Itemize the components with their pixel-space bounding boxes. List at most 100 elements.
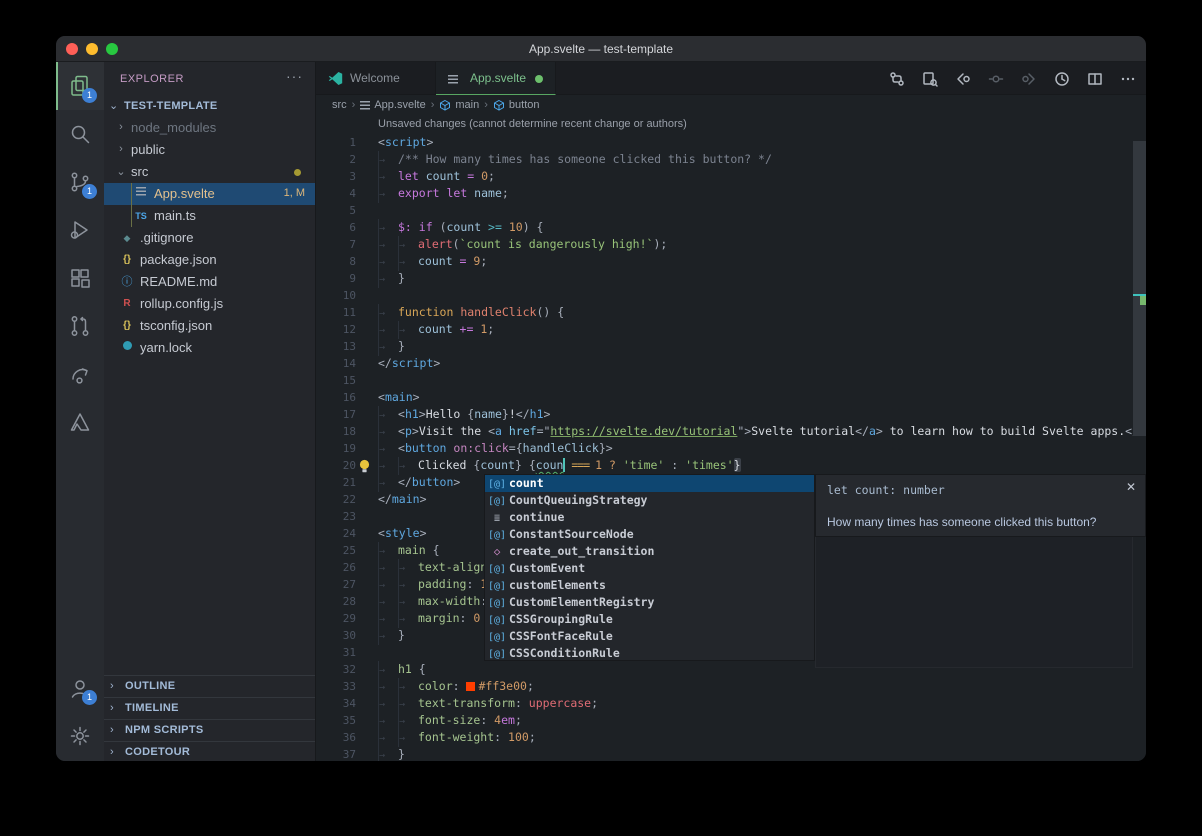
line-number[interactable]: 33 [316,678,356,695]
code-line-14[interactable]: 14</script> [316,355,1133,372]
code-line-4[interactable]: 4export let name; [316,185,1133,202]
activity-item-settings[interactable] [56,712,104,760]
code-line-36[interactable]: 36font-weight: 100; [316,729,1133,746]
run-file-icon[interactable] [1054,71,1070,87]
tree-file--gitignore[interactable]: ◆.gitignore [104,227,315,249]
line-number[interactable]: 29 [316,610,356,627]
code-line-17[interactable]: 17<h1>Hello {name}!</h1> [316,406,1133,423]
line-number[interactable]: 20 [316,457,356,474]
code-line-5[interactable]: 5 [316,202,1133,219]
code-line-6[interactable]: 6$: if (count >= 10) { [316,219,1133,236]
activity-item-run-debug[interactable] [56,206,104,254]
glyph-margin[interactable] [356,423,378,440]
tree-folder-public[interactable]: ›public [104,139,315,161]
line-number[interactable]: 25 [316,542,356,559]
line-number[interactable]: 19 [316,440,356,457]
tab-welcome[interactable]: Welcome [316,62,436,95]
code-line-33[interactable]: 33color: #ff3e00; [316,678,1133,695]
tree-file-package-json[interactable]: {}package.json [104,249,315,271]
code-line-7[interactable]: 7alert(`count is dangerously high!`); [316,236,1133,253]
minimize-window-button[interactable] [86,43,98,55]
code-line-10[interactable]: 10 [316,287,1133,304]
tab-app-svelte[interactable]: App.svelte [436,62,556,95]
tree-folder-src[interactable]: ⌄src [104,161,315,183]
code-line-11[interactable]: 11function handleClick() { [316,304,1133,321]
glyph-margin[interactable] [356,491,378,508]
glyph-margin[interactable] [356,287,378,304]
close-window-button[interactable] [66,43,78,55]
code-line-35[interactable]: 35font-size: 4em; [316,712,1133,729]
sidebar-section-npm-scripts[interactable]: ›NPM SCRIPTS [104,719,315,741]
code-line-12[interactable]: 12count += 1; [316,321,1133,338]
tree-file-App-svelte[interactable]: App.svelte1, M [104,183,315,205]
suggest-item-customevent[interactable]: [@]CustomEvent [485,560,814,577]
line-number[interactable]: 30 [316,627,356,644]
suggest-item-cssfontfacerule[interactable]: [@]CSSFontFaceRule [485,628,814,645]
compare-changes-icon[interactable] [889,71,905,87]
activity-item-live-share[interactable] [56,350,104,398]
glyph-margin[interactable] [356,525,378,542]
glyph-margin[interactable] [356,508,378,525]
glyph-margin[interactable] [356,253,378,270]
glyph-margin[interactable] [356,559,378,576]
line-number[interactable]: 14 [316,355,356,372]
line-number[interactable]: 9 [316,270,356,287]
code-line-34[interactable]: 34text-transform: uppercase; [316,695,1133,712]
line-number[interactable]: 36 [316,729,356,746]
current-position-icon[interactable] [988,71,1004,87]
breadcrumb-item-button[interactable]: button [509,99,540,111]
suggest-item-create_out_transition[interactable]: ◇create_out_transition [485,543,814,560]
glyph-margin[interactable] [356,712,378,729]
line-number[interactable]: 23 [316,508,356,525]
tree-file-README-md[interactable]: ⓘREADME.md [104,271,315,293]
sidebar-section-timeline[interactable]: ›TIMELINE [104,697,315,719]
tree-file-yarn-lock[interactable]: yarn.lock [104,337,315,359]
glyph-margin[interactable] [356,695,378,712]
line-number[interactable]: 26 [316,559,356,576]
code-line-1[interactable]: 1<script> [316,134,1133,151]
scrollbar-thumb[interactable] [1133,141,1146,436]
line-number[interactable]: 32 [316,661,356,678]
activity-item-extensions[interactable] [56,254,104,302]
line-number[interactable]: 35 [316,712,356,729]
tree-file-tsconfig-json[interactable]: {}tsconfig.json [104,315,315,337]
breadcrumb-item-app-svelte[interactable]: App.svelte [374,99,425,111]
glyph-margin[interactable] [356,219,378,236]
glyph-margin[interactable] [356,389,378,406]
line-number[interactable]: 16 [316,389,356,406]
code-line-13[interactable]: 13} [316,338,1133,355]
line-number[interactable]: 34 [316,695,356,712]
line-number[interactable]: 12 [316,321,356,338]
navigate-back-icon[interactable] [955,71,971,87]
glyph-margin[interactable] [356,457,378,474]
line-number[interactable]: 37 [316,746,356,761]
glyph-margin[interactable] [356,661,378,678]
code-line-19[interactable]: 19<button on:click={handleClick}> [316,440,1133,457]
glyph-margin[interactable] [356,321,378,338]
line-number[interactable]: 4 [316,185,356,202]
glyph-margin[interactable] [356,542,378,559]
glyph-margin[interactable] [356,355,378,372]
sidebar-section-outline[interactable]: ›OUTLINE [104,675,315,697]
code-line-18[interactable]: 18<p>Visit the <a href="https://svelte.d… [316,423,1133,440]
suggest-item-cssconditionrule[interactable]: [@]CSSConditionRule [485,645,814,662]
glyph-margin[interactable] [356,134,378,151]
code-line-3[interactable]: 3let count = 0; [316,168,1133,185]
activity-item-azure[interactable] [56,398,104,446]
code-line-8[interactable]: 8count = 9; [316,253,1133,270]
glyph-margin[interactable] [356,372,378,389]
line-number[interactable]: 15 [316,372,356,389]
line-number[interactable]: 31 [316,644,356,661]
glyph-margin[interactable] [356,338,378,355]
activity-item-search[interactable] [56,110,104,158]
activity-item-explorer[interactable]: 1 [56,62,104,110]
activity-item-account[interactable]: 1 [56,664,104,712]
title-bar[interactable]: App.svelte — test-template [56,36,1146,62]
line-number[interactable]: 5 [316,202,356,219]
suggest-item-continue[interactable]: ≣continue [485,509,814,526]
glyph-margin[interactable] [356,185,378,202]
line-number[interactable]: 22 [316,491,356,508]
glyph-margin[interactable] [356,406,378,423]
suggest-item-countqueuingstrategy[interactable]: [@]CountQueuingStrategy [485,492,814,509]
code-line-20[interactable]: 20Clicked {count} {coun === 1 ? 'time' :… [316,457,1133,474]
